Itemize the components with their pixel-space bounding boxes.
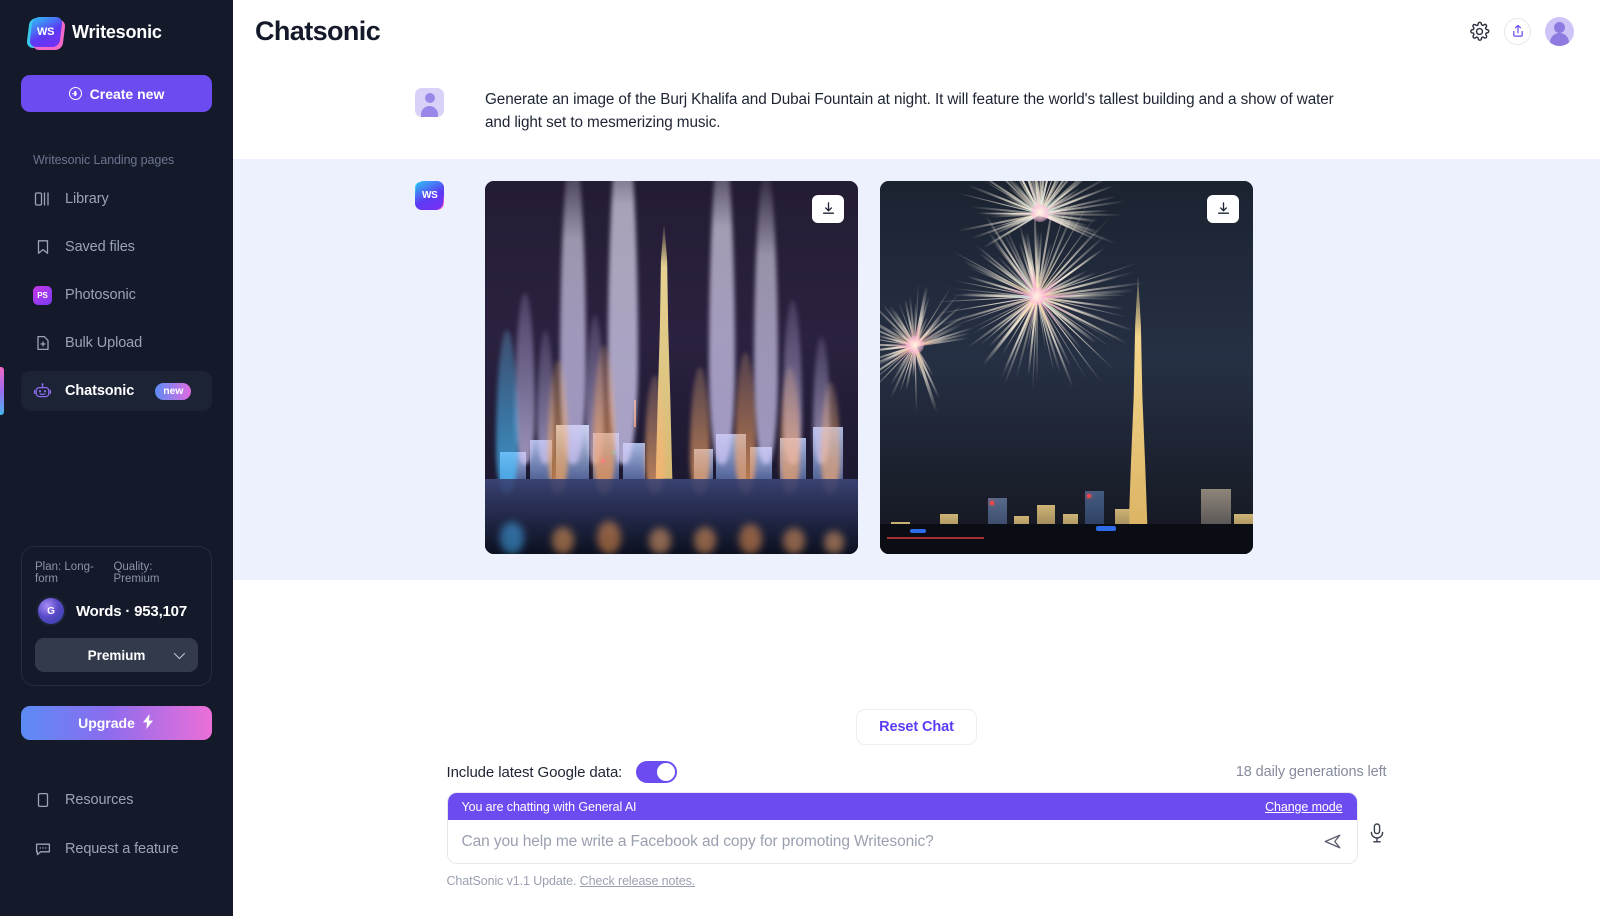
bot-logo-text: WS [422, 190, 438, 201]
writesonic-logo-icon: WS [31, 17, 61, 47]
file-plus-icon [33, 334, 52, 353]
page-title: Chatsonic [255, 16, 380, 47]
user-message: Generate an image of the Burj Khalifa an… [233, 62, 1600, 159]
fountain-night-scene [485, 181, 858, 554]
columns-icon [33, 190, 52, 209]
words-balance-row: G Words · 953,107 [35, 598, 198, 624]
create-new-button[interactable]: Create new [21, 75, 212, 112]
coin-icon: G [38, 598, 64, 624]
chat-input[interactable] [456, 833, 1314, 851]
water-surface [485, 479, 858, 554]
download-icon[interactable] [1207, 195, 1239, 223]
main-panel: Chatsonic Generate an image of the Burj … [233, 0, 1600, 916]
google-data-row: Include latest Google data: 18 daily gen… [447, 761, 1387, 783]
reset-chat-wrapper: Reset Chat [233, 709, 1600, 745]
words-label: Words [76, 603, 121, 620]
version-note: ChatSonic v1.1 Update. Check release not… [447, 874, 1387, 888]
sidebar-item-label: Bulk Upload [65, 335, 142, 351]
plan-meta-row: Plan: Long-form Quality: Premium [35, 561, 198, 585]
sidebar-item-label: Chatsonic [65, 383, 134, 399]
download-icon[interactable] [812, 195, 844, 223]
mode-bar: You are chatting with General AI Change … [448, 793, 1357, 820]
upgrade-button[interactable]: Upgrade [21, 706, 212, 740]
sidebar-item-label: Library [65, 191, 109, 207]
generated-image-2[interactable] [880, 181, 1253, 554]
composer-footer: Reset Chat Include latest Google data: 1… [233, 691, 1600, 916]
sidebar-item-label: Request a feature [65, 841, 179, 857]
chevron-down-icon [174, 648, 185, 659]
composer: Include latest Google data: 18 daily gen… [447, 761, 1387, 888]
user-avatar-icon [415, 88, 444, 117]
active-indicator-bar [0, 367, 4, 415]
words-count: 953,107 [134, 603, 187, 620]
sidebar-item-chatsonic[interactable]: Chatsonic new [21, 371, 212, 411]
robot-icon [33, 382, 52, 401]
change-mode-link[interactable]: Change mode [1265, 800, 1342, 814]
sidebar-item-request-feature[interactable]: Request a feature [21, 829, 212, 869]
sidebar-item-saved-files[interactable]: Saved files [21, 227, 212, 267]
generations-left: 18 daily generations left [1236, 764, 1387, 780]
plus-circle-icon [69, 87, 82, 100]
sidebar-item-library[interactable]: Library [21, 179, 212, 219]
chat-input-card: You are chatting with General AI Change … [447, 792, 1358, 864]
quality-select[interactable]: Premium [35, 638, 198, 672]
sidebar-item-resources[interactable]: Resources [21, 780, 212, 820]
release-notes-link[interactable]: Check release notes. [580, 874, 695, 888]
google-data-label: Include latest Google data: [447, 764, 623, 781]
top-header: Chatsonic [233, 0, 1600, 62]
google-data-toggle[interactable] [636, 761, 677, 783]
chat-messages: Generate an image of the Burj Khalifa an… [233, 62, 1600, 691]
bookmark-icon [33, 238, 52, 257]
upgrade-label: Upgrade [78, 715, 135, 731]
microphone-icon[interactable] [1367, 822, 1387, 849]
book-icon [33, 791, 52, 810]
sidebar-item-label: Resources [65, 792, 133, 808]
toggle-knob [657, 763, 675, 781]
plan-card: Plan: Long-form Quality: Premium G Words… [21, 546, 212, 686]
header-actions [1469, 17, 1574, 46]
generated-image-1[interactable] [485, 181, 858, 554]
sidebar: WS Writesonic Create new Writesonic Land… [0, 0, 233, 916]
share-upload-icon[interactable] [1504, 18, 1531, 45]
new-badge: new [155, 383, 191, 400]
brand-logo[interactable]: WS Writesonic [21, 17, 212, 47]
logo-text: WS [37, 26, 54, 38]
chat-bubble-icon [33, 840, 52, 859]
harbor-water [880, 524, 1253, 554]
mode-text: You are chatting with General AI [462, 800, 637, 814]
words-separator: · [125, 603, 130, 620]
reset-chat-button[interactable]: Reset Chat [856, 709, 977, 745]
quality-select-value: Premium [88, 648, 146, 663]
avatar[interactable] [1545, 17, 1574, 46]
photosonic-icon-text: PS [33, 286, 52, 305]
sidebar-section-label: Writesonic Landing pages [21, 153, 212, 167]
plan-quality: Quality: Premium [113, 561, 198, 585]
lightning-bolt-icon [142, 714, 155, 732]
bot-message: WS [233, 159, 1600, 580]
sidebar-spacer [21, 419, 212, 546]
plan-type: Plan: Long-form [35, 561, 113, 585]
sidebar-bottom-links: Resources Request a feature [21, 780, 212, 878]
sidebar-item-label: Photosonic [65, 287, 136, 303]
sidebar-item-label: Saved files [65, 239, 135, 255]
send-icon[interactable] [1314, 831, 1343, 852]
writesonic-avatar-icon: WS [415, 181, 444, 210]
version-note-prefix: ChatSonic v1.1 Update. [447, 874, 577, 888]
brand-name: Writesonic [72, 22, 162, 43]
chat-input-row [448, 820, 1357, 863]
sidebar-nav: Library Saved files PS Photosonic Bulk U… [21, 179, 212, 419]
generated-images [485, 181, 1253, 554]
user-message-text: Generate an image of the Burj Khalifa an… [485, 88, 1353, 135]
gear-icon[interactable] [1469, 21, 1490, 42]
sidebar-item-photosonic[interactable]: PS Photosonic [21, 275, 212, 315]
sidebar-item-bulk-upload[interactable]: Bulk Upload [21, 323, 212, 363]
create-new-label: Create new [90, 86, 165, 102]
fireworks-night-scene [880, 181, 1253, 554]
photosonic-icon: PS [33, 286, 52, 305]
